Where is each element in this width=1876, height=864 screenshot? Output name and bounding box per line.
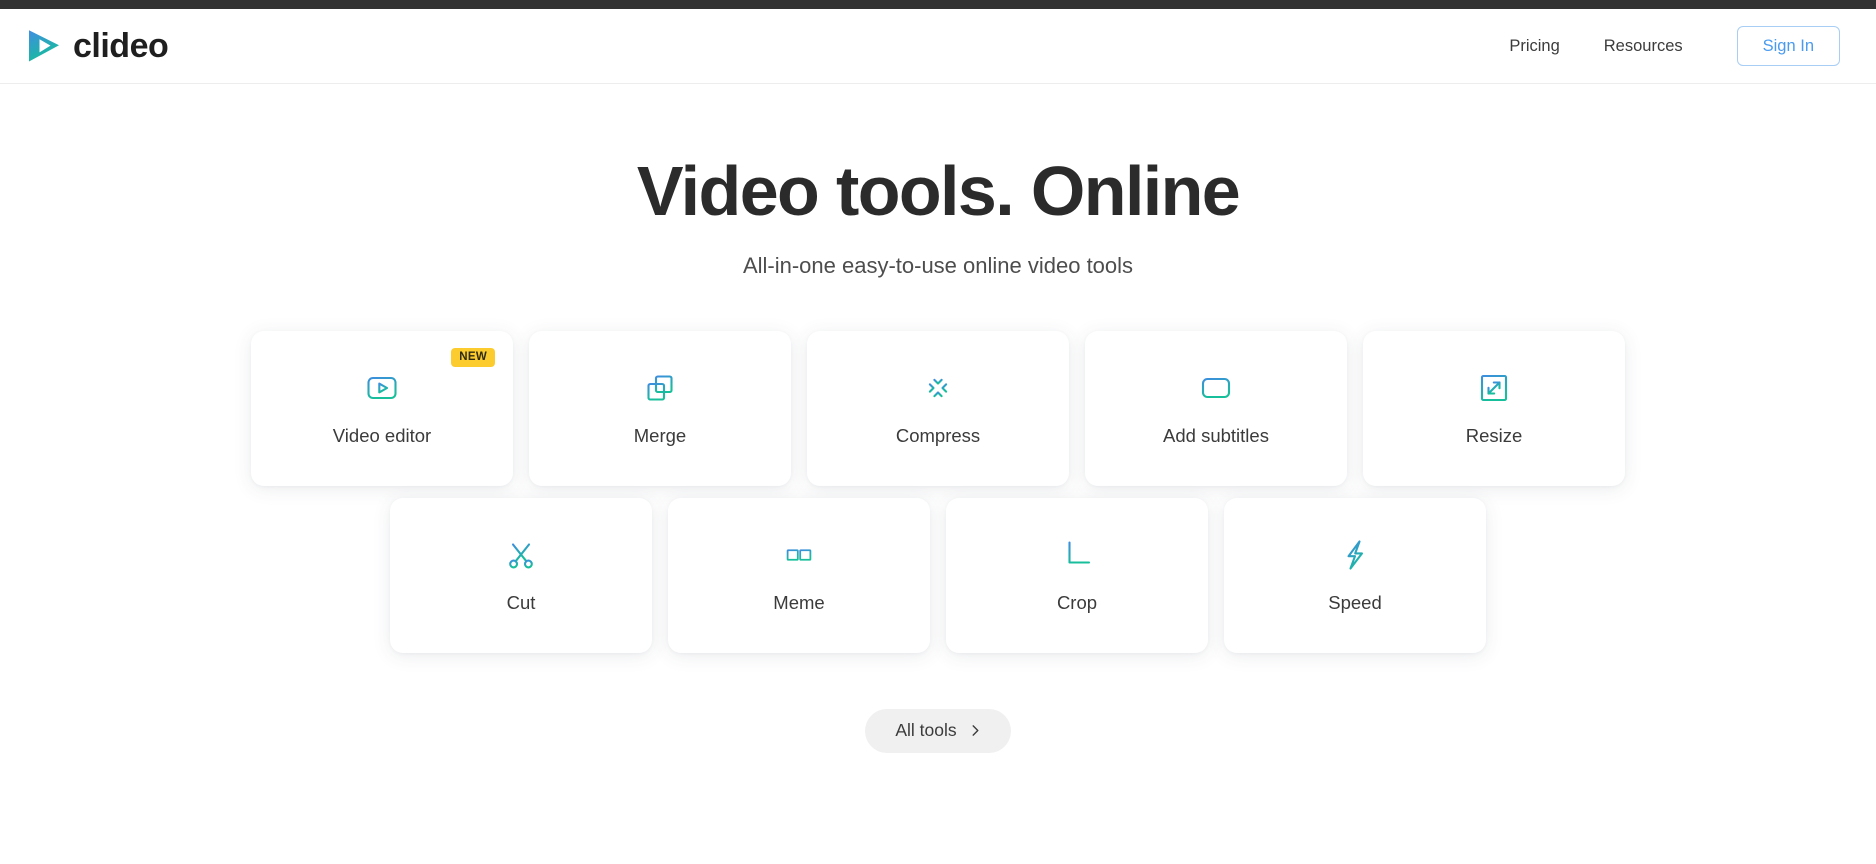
tool-card-crop[interactable]: Crop [946,498,1208,654]
tool-label: Video editor [332,425,432,447]
lightning-bolt-icon [1347,540,1364,570]
tool-card-resize[interactable]: Resize [1363,331,1625,487]
subtitle-box-icon [1201,378,1231,399]
top-dark-strip [0,0,1876,9]
tools-row-1: NEW Video editor Merge Compress Add subt… [251,331,1625,487]
all-tools-container: All tools [0,709,1876,753]
diagonal-resize-arrows-icon [1480,375,1508,402]
tool-card-merge[interactable]: Merge [529,331,791,487]
overlapping-squares-icon [647,375,673,401]
tool-card-meme[interactable]: Meme [668,498,930,654]
tool-card-add-subtitles[interactable]: Add subtitles [1085,331,1347,487]
tool-card-cut[interactable]: Cut [390,498,652,654]
brand-name: clideo [73,27,169,65]
tool-label: Cut [506,592,536,614]
tool-label: Crop [1056,592,1098,614]
new-badge: NEW [451,348,495,367]
crop-marks-icon [1063,541,1091,569]
brand-logo-link[interactable]: clideo [24,26,169,66]
tool-label: Meme [773,592,825,614]
all-tools-button[interactable]: All tools [865,709,1011,753]
all-tools-label: All tools [895,720,957,741]
scissors-icon [509,543,533,569]
video-player-play-icon [367,377,397,400]
tools-grid: NEW Video editor Merge Compress Add subt… [0,331,1876,654]
tools-row-2: Cut Meme Crop Speed [390,498,1486,654]
sign-in-button[interactable]: Sign In [1736,25,1840,67]
nav-link-resources[interactable]: Resources [1582,27,1705,66]
tool-label: Resize [1465,425,1523,447]
main-navigation: Pricing Resources Sign In [1487,25,1840,67]
arrows-inward-icon [923,373,953,403]
play-triangle-logo-icon [29,30,59,62]
nav-link-pricing[interactable]: Pricing [1487,27,1581,66]
tool-card-speed[interactable]: Speed [1224,498,1486,654]
main-content: Video tools. Online All-in-one easy-to-u… [0,84,1876,753]
tool-label: Add subtitles [1163,425,1269,447]
hero-section: Video tools. Online All-in-one easy-to-u… [0,84,1876,279]
tool-label: Speed [1328,592,1382,614]
tool-label: Merge [633,425,687,447]
site-header: clideo Pricing Resources Sign In [0,9,1876,84]
page-title: Video tools. Online [636,152,1241,230]
glasses-icon [783,549,815,562]
tool-card-video-editor[interactable]: NEW Video editor [251,331,513,487]
page-subtitle: All-in-one easy-to-use online video tool… [742,253,1134,279]
tool-label: Compress [895,425,981,447]
tool-card-compress[interactable]: Compress [807,331,1069,487]
chevron-right-icon [972,725,979,737]
